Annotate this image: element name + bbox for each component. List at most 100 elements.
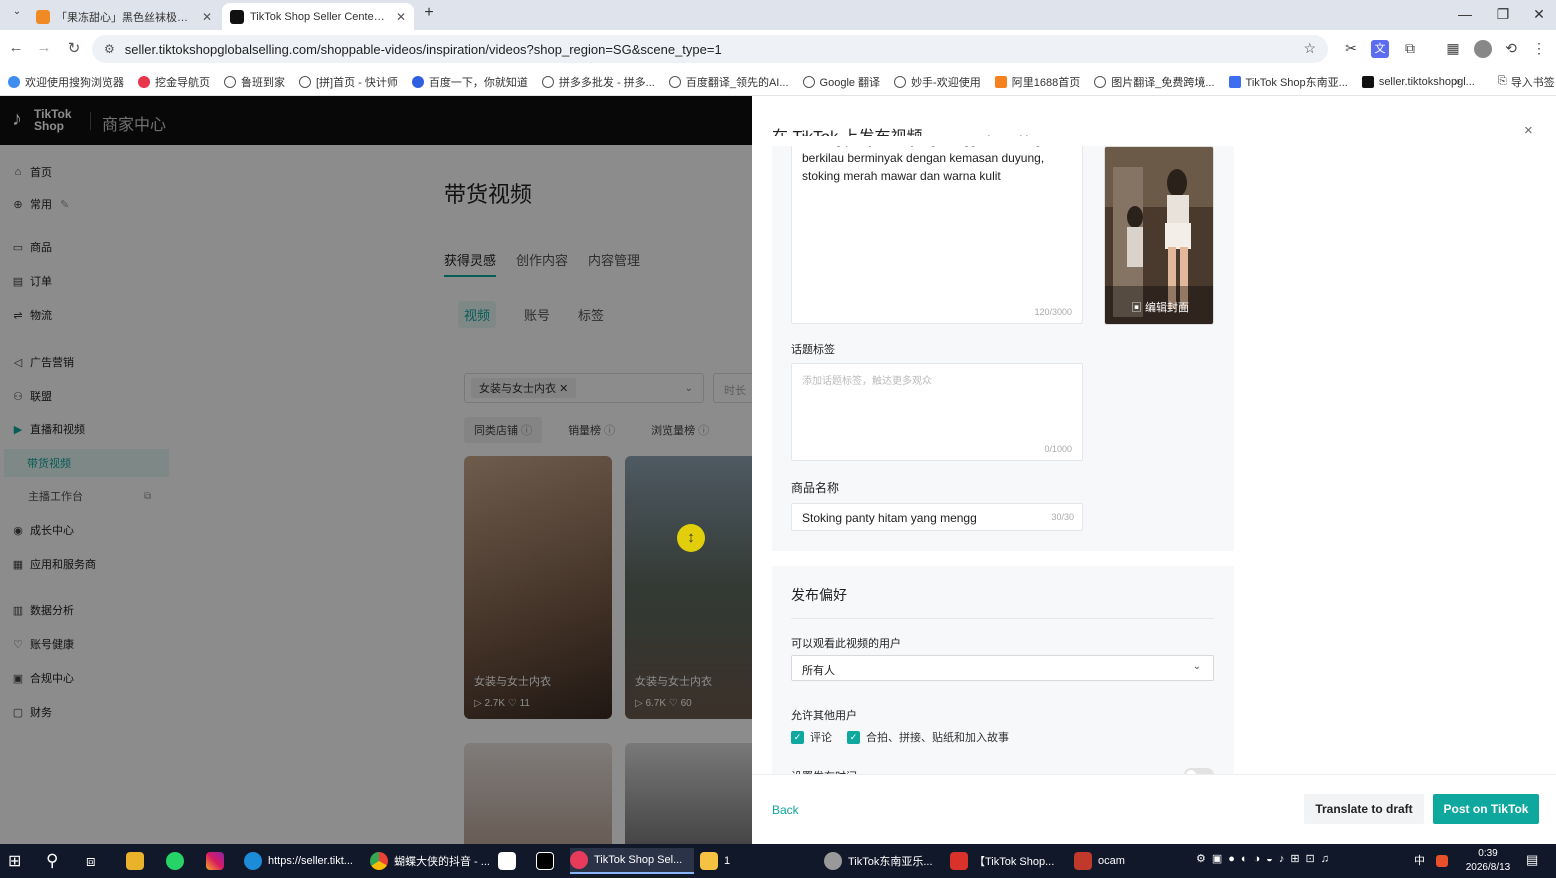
edit-cover-button[interactable]: ▣ 编辑封面: [1105, 286, 1213, 324]
description-textarea[interactable]: Stoking panty hitam yang menggoda, stoki…: [791, 133, 1083, 324]
extensions-puzzle-icon[interactable]: ⧉: [1401, 40, 1419, 58]
import-icon: ⎘: [1498, 75, 1507, 87]
bookmark-item[interactable]: 图片翻译_免费跨境...: [1094, 74, 1215, 90]
close-tab-icon[interactable]: ✕: [396, 10, 406, 24]
modal-backdrop[interactable]: [0, 96, 752, 844]
audience-label: 可以观看此视频的用户: [791, 638, 901, 650]
menu-kebab-icon[interactable]: ⋮: [1530, 40, 1548, 58]
comments-checkbox[interactable]: ✓ 评论: [791, 729, 832, 745]
bookmark-item[interactable]: 挖金导航页: [138, 74, 210, 90]
instagram-icon[interactable]: [206, 848, 230, 874]
publish-preferences-title: 发布偏好: [791, 587, 847, 603]
taskbar-chrome-douyin[interactable]: 蝴蝶大侠的抖音 - ...: [370, 848, 490, 874]
bookmark-item[interactable]: 百度一下，你就知道: [411, 74, 528, 90]
bookmark-icon: [8, 75, 20, 88]
tab-favicon: [36, 9, 50, 24]
scissors-extension-icon[interactable]: ✂: [1342, 40, 1360, 58]
whatsapp-tile: [166, 852, 184, 870]
minimize-button[interactable]: —: [1450, 6, 1480, 22]
description-line: stoking merah mawar dan warna kulit: [802, 169, 1001, 183]
globe-icon: [224, 75, 236, 88]
notification-icon[interactable]: ▤: [1526, 852, 1538, 868]
search-icon[interactable]: ⚲: [46, 848, 58, 874]
tab-title: TikTok Shop Seller Center | C: [250, 10, 388, 23]
taskbar-tiktok-seller[interactable]: TikTok Shop Sel...: [570, 848, 694, 874]
back-link[interactable]: Back: [772, 803, 799, 817]
chrome-icon: [370, 852, 388, 870]
bookmark-item[interactable]: TikTok Shop东南亚...: [1228, 74, 1348, 90]
browser-tab-2[interactable]: TikTok Shop Seller Center | C ✕: [222, 3, 414, 30]
start-button[interactable]: ⊞: [8, 848, 21, 874]
new-tab-button[interactable]: +: [414, 4, 444, 22]
import-bookmarks-label: 导入书签: [1510, 76, 1555, 89]
allow-users-label: 允许其他用户: [791, 710, 857, 722]
instagram-tile: [206, 852, 224, 870]
forward-arrow-icon[interactable]: →: [34, 39, 54, 56]
bookmark-item[interactable]: 阿里1688首页: [994, 74, 1080, 90]
globe-icon: [299, 75, 311, 88]
apps-grid-icon[interactable]: ▦: [1444, 40, 1462, 58]
bookmark-item[interactable]: Google 翻译: [802, 74, 880, 90]
duet-stitch-checkbox[interactable]: ✓ 合拍、拼接、贴纸和加入故事: [847, 729, 1009, 745]
browser-icon: [570, 851, 588, 869]
bookmark-label: seller.tiktokshopgl...: [1378, 75, 1475, 88]
import-bookmarks-button[interactable]: ⎘ 导入书签: [1498, 74, 1555, 90]
taskbar-label: 【TikTok Shop...: [974, 856, 1055, 868]
translate-extension-icon[interactable]: 文: [1371, 40, 1389, 58]
bookmark-label: 百度翻译_领先的AI...: [685, 76, 789, 89]
hashtag-placeholder: 添加话题标签，触达更多观众: [802, 376, 932, 387]
product-name-input[interactable]: Stoking panty hitam yang mengg 30/30: [791, 503, 1083, 531]
bookmark-item[interactable]: 欢迎使用搜狗浏览器: [8, 74, 124, 90]
ime-indicator[interactable]: 中: [1414, 852, 1425, 868]
globe-icon: [894, 75, 907, 88]
taskbar-label: TikTok Shop Sel...: [594, 854, 683, 866]
bookmark-item[interactable]: 拼多多批发 - 拼多...: [541, 74, 655, 90]
reload-icon[interactable]: ↻: [64, 39, 84, 57]
capcut-icon[interactable]: [498, 848, 522, 874]
post-on-tiktok-button[interactable]: Post on TikTok: [1433, 794, 1539, 824]
browser-tab-1[interactable]: 「果冻甜心」黑色丝袜极光油光 ✕: [28, 3, 220, 30]
taskbar-label: 1: [724, 855, 731, 867]
bookmark-star-icon[interactable]: ☆: [1303, 40, 1316, 57]
description-line: berkilau berminyak dengan kemasan duyung…: [802, 151, 1045, 165]
bookmark-label: 欢迎使用搜狗浏览器: [25, 76, 124, 89]
alibaba-icon: [994, 75, 1007, 88]
tiktok-favicon: [230, 9, 244, 24]
bookmark-item[interactable]: 百度翻译_领先的AI...: [668, 74, 789, 90]
undo-icon[interactable]: ⟲: [1502, 40, 1520, 58]
taskbar-ocam[interactable]: ocam: [1074, 848, 1174, 874]
site-info-icon[interactable]: ⚙: [104, 42, 115, 56]
close-tab-icon[interactable]: ✕: [202, 10, 212, 24]
audience-value: 所有人: [802, 665, 835, 677]
url-text[interactable]: seller.tiktokshopglobalselling.com/shopp…: [125, 42, 722, 57]
whatsapp-icon[interactable]: [166, 848, 190, 874]
translate-to-draft-button[interactable]: Translate to draft: [1304, 794, 1424, 824]
taskbar-wps[interactable]: 【TikTok Shop...: [950, 848, 1062, 874]
more-bookmarks-button[interactable]: »: [1454, 76, 1460, 88]
hashtag-textarea[interactable]: 添加话题标签，触达更多观众 0/1000: [791, 363, 1083, 461]
window-close-button[interactable]: ✕: [1524, 6, 1554, 23]
taskbar-folder[interactable]: 1: [700, 848, 810, 874]
sogou-icon[interactable]: [1436, 855, 1448, 867]
bookmark-item[interactable]: 妙手-欢迎使用: [894, 74, 981, 90]
publish-video-drawer: 在 TikTok 上发布视频 × Stoking panty hitam yan…: [752, 96, 1556, 844]
back-arrow-icon[interactable]: ←: [6, 39, 26, 56]
bookmark-icon: [138, 75, 150, 88]
bookmark-item[interactable]: 鲁班到家: [224, 74, 285, 90]
store-icon[interactable]: [126, 848, 150, 874]
bookmark-item[interactable]: [拼]首页 - 快计师: [299, 74, 398, 90]
audience-select[interactable]: 所有人 ⌄: [791, 655, 1214, 681]
taskbar-edge[interactable]: https://seller.tikt...: [244, 848, 364, 874]
profile-avatar[interactable]: [1474, 40, 1492, 58]
system-clock[interactable]: 0:39 2026/8/13: [1460, 847, 1516, 875]
restore-button[interactable]: ❐: [1488, 6, 1518, 23]
task-view-icon[interactable]: ⧈: [86, 848, 96, 874]
cursor-indicator-icon: ↕: [677, 524, 705, 552]
capcut-pro-icon[interactable]: [536, 848, 560, 874]
globe-icon: [541, 75, 554, 88]
address-bar[interactable]: ⚙ seller.tiktokshopglobalselling.com/sho…: [92, 35, 1328, 63]
taskbar-tiktok-sea[interactable]: TikTok东南亚乐...: [824, 848, 940, 874]
hashtag-counter: 0/1000: [1044, 444, 1072, 454]
windows-taskbar: ⊞ ⚲ ⧈ https://seller.tikt... 蝴蝶大侠的抖音 - .…: [0, 844, 1556, 878]
cover-thumbnail[interactable]: ▣ 编辑封面: [1104, 146, 1214, 325]
